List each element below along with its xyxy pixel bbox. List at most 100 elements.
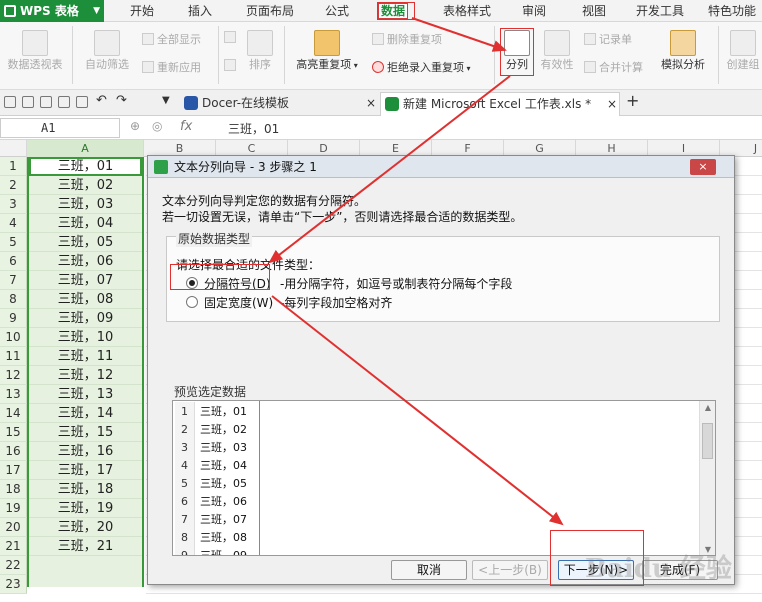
menu-tab-5[interactable]: 表格样式 (443, 0, 491, 22)
customize-dropdown-icon[interactable]: ▼ (162, 95, 170, 106)
row-header[interactable]: 8 (0, 290, 27, 309)
export-pdf-icon[interactable] (40, 96, 52, 108)
cell-a21[interactable]: 三班，21 (29, 537, 142, 556)
menu-tab-8[interactable]: 开发工具 (636, 0, 684, 22)
row-header[interactable]: 5 (0, 233, 27, 252)
scroll-up-icon[interactable]: ▲ (700, 401, 715, 415)
highlight-duplicates-button[interactable]: 高亮重复项 ▾ (290, 30, 364, 72)
tab-docer[interactable]: Docer-在线模板 × (180, 92, 376, 116)
row-header[interactable]: 13 (0, 385, 27, 404)
cell-a9[interactable]: 三班，09 (29, 309, 142, 328)
cell-a4[interactable]: 三班，04 (29, 214, 142, 233)
menu-tab-3[interactable]: 公式 (325, 0, 349, 22)
show-all-button[interactable]: 全部显示 (142, 31, 201, 47)
open-icon[interactable] (4, 96, 16, 108)
fx-label[interactable]: fx (180, 119, 192, 134)
cell-a19[interactable]: 三班，19 (29, 499, 142, 518)
record-sheet-button[interactable]: 记录单 (584, 31, 632, 47)
print-icon[interactable] (58, 96, 70, 108)
row-header[interactable]: 6 (0, 252, 27, 271)
row-header[interactable]: 17 (0, 461, 27, 480)
row-header[interactable]: 18 (0, 480, 27, 499)
row-header[interactable]: 15 (0, 423, 27, 442)
menu-tab-4[interactable]: 数据 (378, 0, 409, 22)
row-header[interactable]: 22 (0, 556, 27, 575)
autofilter-button[interactable]: 自动筛选 (82, 30, 132, 72)
cell-a12[interactable]: 三班，12 (29, 366, 142, 385)
sort-desc-button[interactable] (224, 59, 239, 72)
function-wizard-icon[interactable]: ◎ (152, 119, 162, 133)
cell-a17[interactable]: 三班，17 (29, 461, 142, 480)
reject-duplicates-button[interactable]: 拒绝录入重复项 ▾ (372, 59, 471, 75)
cell-a3[interactable]: 三班，03 (29, 195, 142, 214)
sort-button[interactable]: 排序 (244, 30, 276, 72)
menu-tab-9[interactable]: 特色功能 (708, 0, 756, 22)
menu-tab-2[interactable]: 页面布局 (246, 0, 294, 22)
cell-a1[interactable]: 三班，01 (29, 157, 142, 176)
close-tab-icon[interactable]: × (607, 93, 617, 115)
delete-duplicates-button[interactable]: 删除重复项 (372, 31, 442, 47)
undo-icon[interactable]: ↶ (96, 93, 107, 108)
cell-a10[interactable]: 三班，10 (29, 328, 142, 347)
row-header[interactable]: 9 (0, 309, 27, 328)
fixed-width-label[interactable]: 固定宽度(W) (204, 294, 273, 311)
what-if-analysis-button[interactable]: 模拟分析 (656, 30, 710, 72)
print-preview-icon[interactable] (76, 96, 88, 108)
row-header[interactable]: 23 (0, 575, 27, 594)
menu-tab-1[interactable]: 插入 (188, 0, 212, 22)
new-tab-button[interactable]: + (626, 91, 639, 110)
menu-tab-7[interactable]: 视图 (582, 0, 606, 22)
cell-a6[interactable]: 三班，06 (29, 252, 142, 271)
row-header[interactable]: 19 (0, 499, 27, 518)
cell-a20[interactable]: 三班，20 (29, 518, 142, 537)
reapply-button[interactable]: 重新应用 (142, 59, 201, 75)
delimited-label[interactable]: 分隔符号(D) (204, 275, 271, 292)
cell-a14[interactable]: 三班，14 (29, 404, 142, 423)
consolidate-button[interactable]: 合并计算 (584, 59, 643, 75)
data-preview[interactable]: 1 三班，01 2 三班，02 3 三班，03 4 三班，04 5 三班，05 6 三班，06 7 三班，… (172, 400, 716, 556)
row-header[interactable]: 20 (0, 518, 27, 537)
app-menu-button[interactable]: WPS 表格 ▼ (0, 0, 104, 22)
row-header[interactable]: 21 (0, 537, 27, 556)
select-all-corner[interactable] (0, 140, 27, 157)
save-icon[interactable] (22, 96, 34, 108)
tab-workbook[interactable]: 新建 Microsoft Excel 工作表.xls * × (380, 92, 620, 116)
row-header[interactable]: 10 (0, 328, 27, 347)
cancel-button[interactable]: 取消 (391, 560, 467, 580)
delimited-radio[interactable] (186, 277, 198, 289)
row-header[interactable]: 11 (0, 347, 27, 366)
formula-input[interactable]: 三班，01 (228, 120, 279, 137)
cell-a16[interactable]: 三班，16 (29, 442, 142, 461)
cell-a8[interactable]: 三班，08 (29, 290, 142, 309)
cell-a13[interactable]: 三班，13 (29, 385, 142, 404)
close-tab-icon[interactable]: × (366, 92, 376, 114)
row-header[interactable]: 7 (0, 271, 27, 290)
row-header[interactable]: 16 (0, 442, 27, 461)
name-box[interactable]: A1 (0, 118, 120, 138)
sort-asc-button[interactable] (224, 31, 239, 44)
pivot-table-button[interactable]: 数据透视表 (4, 30, 66, 72)
menu-tab-6[interactable]: 审阅 (522, 0, 546, 22)
row-header[interactable]: 2 (0, 176, 27, 195)
close-button[interactable]: × (690, 159, 716, 175)
cell-a15[interactable]: 三班，15 (29, 423, 142, 442)
menu-tab-0[interactable]: 开始 (130, 0, 154, 22)
row-header[interactable]: 4 (0, 214, 27, 233)
text-to-columns-button[interactable]: 分列 (502, 30, 532, 72)
create-group-button[interactable]: 创建组 (724, 30, 762, 72)
scroll-thumb[interactable] (702, 423, 713, 459)
cell-a7[interactable]: 三班，07 (29, 271, 142, 290)
validation-button[interactable]: 有效性 (538, 30, 576, 72)
column-header-A[interactable]: A (27, 140, 144, 157)
zoom-icon[interactable]: ⊕ (130, 119, 140, 133)
row-header[interactable]: 14 (0, 404, 27, 423)
row-header[interactable]: 12 (0, 366, 27, 385)
row-header[interactable]: 1 (0, 157, 27, 176)
cell-a2[interactable]: 三班，02 (29, 176, 142, 195)
cell-a18[interactable]: 三班，18 (29, 480, 142, 499)
fixed-width-radio[interactable] (186, 296, 198, 308)
cell-a11[interactable]: 三班，11 (29, 347, 142, 366)
preview-scrollbar[interactable]: ▲ ▼ (699, 401, 715, 555)
cell-a5[interactable]: 三班，05 (29, 233, 142, 252)
back-button[interactable]: <上一步(B) (472, 560, 548, 580)
